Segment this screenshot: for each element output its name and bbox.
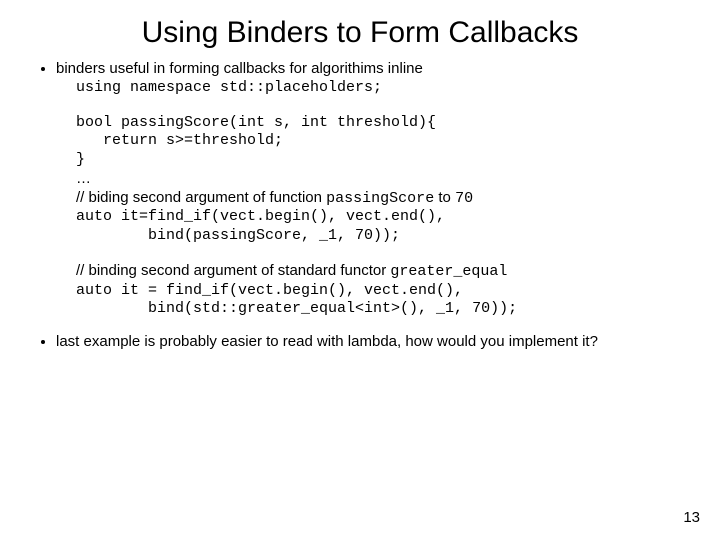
slide-title: Using Binders to Form Callbacks xyxy=(30,16,690,50)
ellipsis: … xyxy=(76,170,690,189)
bullet-1: binders useful in forming callbacks for … xyxy=(56,60,690,319)
page-number: 13 xyxy=(683,509,700,526)
blank-line-2 xyxy=(76,246,690,262)
comment-1-code1: passingScore xyxy=(326,190,434,207)
bullet-2: last example is probably easier to read … xyxy=(56,333,690,352)
comment-1: // biding second argument of function pa… xyxy=(76,189,690,209)
bullet-list: binders useful in forming callbacks for … xyxy=(36,60,690,352)
code-find-line4: bind(std::greater_equal<int>(), _1, 70))… xyxy=(76,300,690,319)
slide: Using Binders to Form Callbacks binders … xyxy=(0,0,720,540)
bullet-1-intro: binders useful in forming callbacks for … xyxy=(56,60,423,77)
code-using: using namespace std::placeholders; xyxy=(76,79,690,98)
comment-1-mid: to xyxy=(434,189,455,206)
bullet-2-text: last example is probably easier to read … xyxy=(56,333,598,350)
comment-2: // binding second argument of standard f… xyxy=(76,262,690,282)
comment-2-code: greater_equal xyxy=(390,263,507,280)
comment-2-pre: // binding second argument of standard f… xyxy=(76,262,390,279)
code-func-line1: bool passingScore(int s, int threshold){ xyxy=(76,114,690,133)
blank-line xyxy=(76,98,690,114)
code-find-line2: bind(passingScore, _1, 70)); xyxy=(76,227,690,246)
comment-1-code2: 70 xyxy=(455,190,473,207)
comment-1-pre: // biding second argument of function xyxy=(76,189,326,206)
code-find-line1: auto it=find_if(vect.begin(), vect.end()… xyxy=(76,208,690,227)
code-func-line3: } xyxy=(76,151,690,170)
code-func-line2: return s>=threshold; xyxy=(76,132,690,151)
code-find-line3: auto it = find_if(vect.begin(), vect.end… xyxy=(76,282,690,301)
